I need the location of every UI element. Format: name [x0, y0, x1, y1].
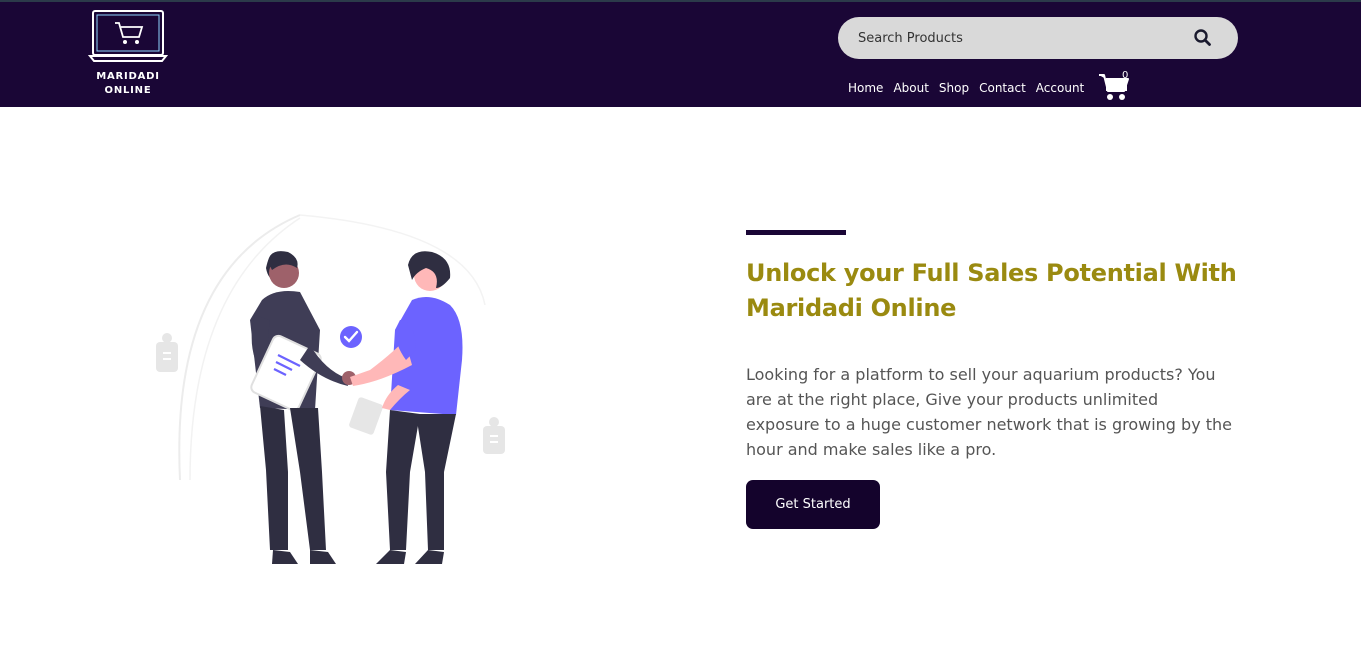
logo-text: MARIDADI ONLINE: [88, 70, 168, 98]
site-logo[interactable]: MARIDADI ONLINE: [87, 8, 169, 98]
nav-shop[interactable]: Shop: [939, 79, 969, 97]
cart-button[interactable]: 0: [1098, 68, 1138, 102]
search-icon: [1194, 29, 1211, 46]
nav-home[interactable]: Home: [848, 79, 883, 97]
search-bar: [838, 17, 1238, 59]
main-nav: Home About Shop Contact Account: [848, 79, 1084, 97]
check-badge-icon: [340, 326, 362, 348]
handshake-illustration: [150, 210, 520, 570]
nav-contact[interactable]: Contact: [979, 79, 1026, 97]
cart-count-badge: 0: [1122, 70, 1129, 81]
logo-text-line1: MARIDADI: [96, 71, 160, 82]
search-input[interactable]: [858, 17, 1178, 59]
site-header: MARIDADI ONLINE Home About Shop Contact …: [0, 0, 1361, 107]
nav-account[interactable]: Account: [1036, 79, 1084, 97]
title-accent-line: [746, 230, 846, 235]
search-button[interactable]: [1190, 25, 1216, 51]
get-started-button[interactable]: Get Started: [746, 480, 880, 529]
jar-right-icon: [483, 417, 505, 454]
hero-title: Unlock your Full Sales Potential With Ma…: [746, 259, 1237, 322]
jar-left-icon: [156, 333, 178, 372]
nav-about[interactable]: About: [893, 79, 928, 97]
laptop-cart-icon: [87, 10, 169, 62]
person-left-figure: [250, 251, 356, 564]
logo-text-line2: ONLINE: [104, 85, 152, 96]
hero-description: Looking for a platform to sell your aqua…: [746, 365, 1233, 459]
